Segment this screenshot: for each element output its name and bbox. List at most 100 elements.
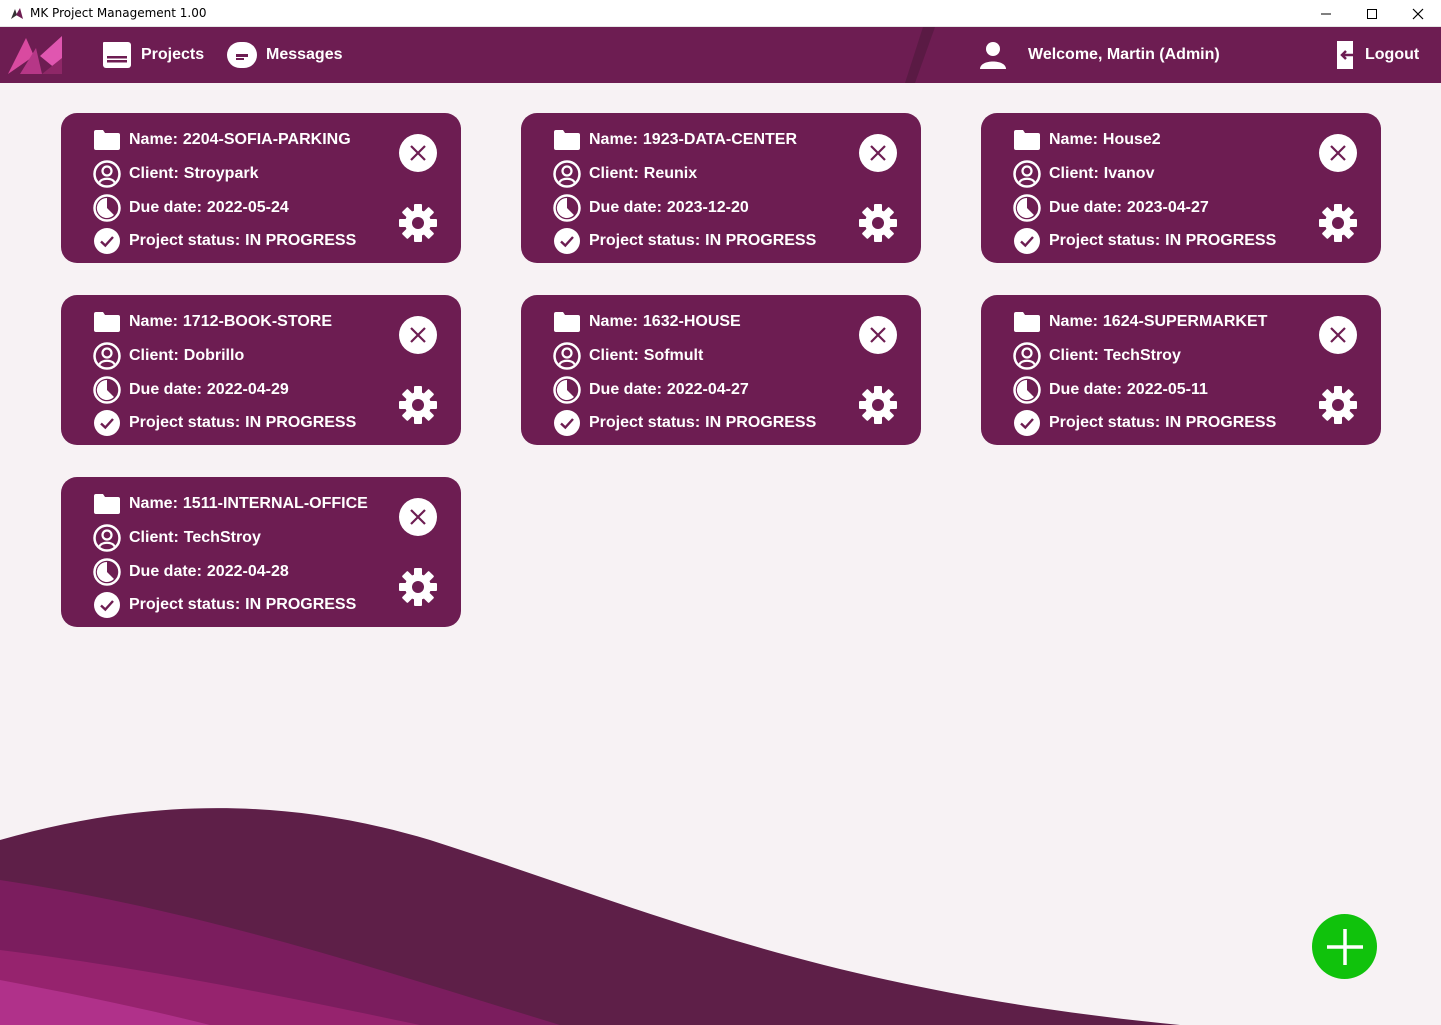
project-settings-button[interactable] — [859, 204, 897, 242]
project-name-row: Name: 1712-BOOK-STORE — [93, 308, 332, 336]
project-settings-button[interactable] — [1319, 386, 1357, 424]
delete-project-button[interactable] — [399, 134, 437, 172]
client-value: TechStroy — [183, 529, 261, 546]
pie-clock-icon — [1013, 376, 1041, 404]
project-name-row: Name: House2 — [1013, 126, 1161, 154]
project-card[interactable]: Name: House2 Client: Ivanov Due date: 20… — [981, 113, 1381, 263]
gear-icon — [399, 568, 437, 606]
project-card[interactable]: Name: 1624-SUPERMARKET Client: TechStroy… — [981, 295, 1381, 445]
delete-project-button[interactable] — [1319, 316, 1357, 354]
project-name: 1712-BOOK-STORE — [182, 313, 332, 330]
status-label: Project status: — [589, 232, 701, 249]
due-date-row: Due date: 2022-04-29 — [93, 376, 289, 404]
add-project-button[interactable] — [1312, 914, 1377, 979]
nav-messages[interactable]: Messages — [226, 27, 343, 83]
folder-icon — [93, 308, 121, 336]
due-date-value: 2022-04-29 — [206, 381, 289, 398]
project-card[interactable]: Name: 1923-DATA-CENTER Client: Reunix Du… — [521, 113, 921, 263]
due-date-row: Due date: 2022-04-28 — [93, 558, 289, 586]
minimize-icon — [1321, 13, 1331, 14]
window-titlebar: MK Project Management 1.00 — [0, 0, 1441, 27]
project-settings-button[interactable] — [859, 386, 897, 424]
window-title: MK Project Management 1.00 — [30, 6, 207, 20]
check-circle-icon — [93, 409, 121, 437]
status-row: Project status: IN PROGRESS — [93, 409, 356, 437]
logout-button[interactable]: Logout — [1333, 27, 1419, 83]
maximize-button[interactable] — [1349, 0, 1395, 27]
due-date-value: 2022-04-28 — [206, 563, 289, 580]
due-date-label: Due date: — [1049, 199, 1122, 216]
project-settings-button[interactable] — [399, 386, 437, 424]
due-date-value: 2022-05-11 — [1126, 381, 1208, 398]
delete-project-button[interactable] — [1319, 134, 1357, 172]
top-navbar: Projects Messages Welcome, Martin (Admin… — [0, 27, 1441, 83]
check-circle-icon — [93, 227, 121, 255]
due-date-label: Due date: — [129, 381, 202, 398]
client-value: Stroypark — [183, 165, 259, 182]
client-row: Client: TechStroy — [1013, 342, 1181, 370]
check-circle-icon — [93, 591, 121, 619]
check-circle-icon — [1013, 227, 1041, 255]
welcome-label: Welcome, Martin (Admin) — [1028, 46, 1220, 63]
gear-icon — [1319, 386, 1357, 424]
project-name: 1511-INTERNAL-OFFICE — [182, 495, 368, 512]
close-circle-icon — [1319, 134, 1357, 172]
due-date-label: Due date: — [589, 381, 662, 398]
project-name: 2204-SOFIA-PARKING — [182, 131, 351, 148]
folder-icon — [1013, 308, 1041, 336]
client-value: Reunix — [643, 165, 698, 182]
project-settings-button[interactable] — [399, 568, 437, 606]
project-settings-button[interactable] — [399, 204, 437, 242]
status-label: Project status: — [129, 232, 241, 249]
user-welcome: Welcome, Martin (Admin) — [978, 27, 1220, 83]
client-row: Client: Dobrillo — [93, 342, 244, 370]
project-card[interactable]: Name: 1632-HOUSE Client: Sofmult Due dat… — [521, 295, 921, 445]
user-circle-icon — [1013, 342, 1041, 370]
name-label: Name: — [1049, 313, 1098, 330]
folder-icon — [1013, 126, 1041, 154]
name-label: Name: — [129, 131, 178, 148]
user-circle-icon — [553, 160, 581, 188]
pie-clock-icon — [93, 194, 121, 222]
close-circle-icon — [399, 316, 437, 354]
delete-project-button[interactable] — [399, 498, 437, 536]
project-name-row: Name: 1511-INTERNAL-OFFICE — [93, 490, 368, 518]
gear-icon — [399, 386, 437, 424]
nav-projects[interactable]: Projects — [101, 27, 204, 83]
name-label: Name: — [589, 313, 638, 330]
project-card[interactable]: Name: 1511-INTERNAL-OFFICE Client: TechS… — [61, 477, 461, 627]
gear-icon — [1319, 204, 1357, 242]
status-label: Project status: — [1049, 414, 1161, 431]
project-card[interactable]: Name: 1712-BOOK-STORE Client: Dobrillo D… — [61, 295, 461, 445]
pie-clock-icon — [553, 376, 581, 404]
folder-icon — [93, 126, 121, 154]
folder-icon — [553, 126, 581, 154]
status-value: IN PROGRESS — [245, 232, 357, 249]
pie-clock-icon — [1013, 194, 1041, 222]
maximize-icon — [1367, 8, 1377, 19]
delete-project-button[interactable] — [859, 316, 897, 354]
check-circle-icon — [553, 227, 581, 255]
nav-projects-label: Projects — [141, 46, 205, 63]
due-date-row: Due date: 2022-05-11 — [1013, 376, 1208, 404]
user-circle-icon — [93, 524, 121, 552]
status-value: IN PROGRESS — [1165, 414, 1277, 431]
close-window-button[interactable] — [1395, 0, 1441, 27]
project-card[interactable]: Name: 2204-SOFIA-PARKING Client: Stroypa… — [61, 113, 461, 263]
delete-project-button[interactable] — [399, 316, 437, 354]
due-date-value: 2023-12-20 — [666, 199, 749, 216]
minimize-button[interactable] — [1303, 0, 1349, 27]
client-label: Client: — [129, 347, 179, 364]
client-label: Client: — [589, 165, 639, 182]
due-date-label: Due date: — [129, 199, 202, 216]
decorative-wave — [0, 808, 1180, 1025]
project-name-row: Name: 2204-SOFIA-PARKING — [93, 126, 351, 154]
due-date-label: Due date: — [1049, 381, 1122, 398]
due-date-value: 2023-04-27 — [1126, 199, 1209, 216]
project-settings-button[interactable] — [1319, 204, 1357, 242]
folder-icon — [93, 490, 121, 518]
due-date-row: Due date: 2023-04-27 — [1013, 194, 1209, 222]
delete-project-button[interactable] — [859, 134, 897, 172]
check-circle-icon — [553, 409, 581, 437]
user-circle-icon — [1013, 160, 1041, 188]
